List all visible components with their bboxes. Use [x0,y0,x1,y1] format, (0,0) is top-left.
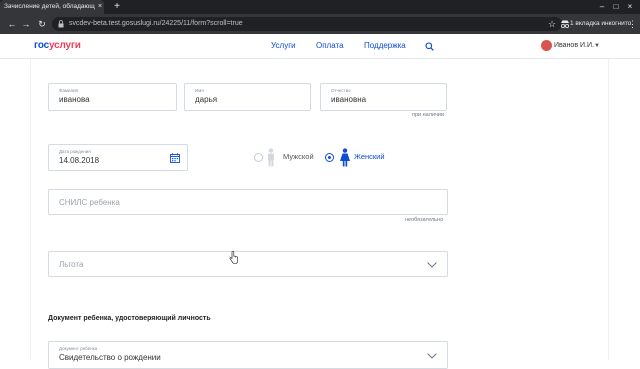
new-tab-button[interactable]: + [112,0,122,14]
tab-title: Зачисление детей, обладающ [4,3,95,10]
document-section-title: Документ ребенка, удостоверяющий личност… [48,315,211,322]
document-type-select[interactable]: Документ ребенка Свидетельство о рождени… [48,341,448,369]
snils-placeholder: СНИЛС ребенка [59,198,120,207]
content-border-left [30,59,31,360]
birthdate-field[interactable]: Дата рождения 14.08.2018 [48,144,188,171]
surname-field[interactable]: Фамилия иванова [48,83,177,111]
patronymic-value: ивановна [331,95,367,104]
chevron-down-icon [427,353,437,359]
maximize-button[interactable]: □ [610,0,622,14]
name-field[interactable]: Имя дарья [184,83,311,111]
gosuslugi-logo[interactable]: госуслуги [34,40,81,52]
nav-payment[interactable]: Оплата [316,40,344,52]
female-figure-icon [340,148,350,167]
gender-female-radio[interactable] [325,153,334,162]
name-value: дарья [195,95,218,104]
patronymic-field[interactable]: Отчество ивановна [320,83,447,111]
browser-tab-bar: Зачисление детей, обладающ × + – □ × [0,0,640,14]
male-figure-icon [268,148,274,167]
document-type-value: Свидетельство о рождении [59,353,161,362]
calendar-icon[interactable] [170,153,180,163]
gender-male-radio[interactable] [254,153,263,162]
incognito-label: 1 вкладка инкогнито [570,20,632,27]
reload-icon[interactable]: ↻ [36,17,48,31]
nav-support[interactable]: Поддержка [364,40,406,52]
lock-icon [58,20,64,28]
forward-arrow-icon[interactable]: → [20,17,32,31]
address-bar[interactable]: svcdev-beta.test.gosuslugi.ru/24225/11/f… [52,17,562,31]
url-text: svcdev-beta.test.gosuslugi.ru/24225/11/f… [69,20,243,27]
browser-tab[interactable]: Зачисление детей, обладающ [0,0,104,14]
benefit-select[interactable]: Льгота [48,251,448,277]
chevron-down-icon [427,262,437,268]
nav-services[interactable]: Услуги [271,40,296,52]
user-name[interactable]: Иванов И.И. [554,41,594,51]
incognito-icon [560,20,570,29]
snils-input[interactable]: СНИЛС ребенка [48,189,448,215]
patronymic-hint: при наличии [412,112,445,118]
mouse-cursor-icon [229,251,238,264]
benefit-placeholder: Льгота [59,260,84,269]
browser-toolbar: ← → ↻ svcdev-beta.test.gosuslugi.ru/2422… [0,14,640,34]
gender-female-label[interactable]: Женский [354,152,385,162]
content-border-right [608,59,609,360]
tab-close-icon[interactable]: × [96,0,104,14]
gender-male-label[interactable]: Мужской [283,152,314,162]
birthdate-value: 14.08.2018 [59,156,100,165]
snils-hint: необязательно [405,217,444,223]
logo-part-uslugi: услуги [48,40,81,51]
search-icon[interactable] [425,42,434,51]
avatar[interactable] [541,40,552,51]
back-arrow-icon[interactable]: ← [6,17,18,31]
browser-menu-icon[interactable]: ⋮ [628,17,637,31]
surname-value: иванова [59,95,90,104]
close-window-button[interactable]: × [624,0,636,14]
site-header: госуслуги Услуги Оплата Поддержка Иванов… [0,34,640,59]
user-menu-chevron-icon[interactable]: ▼ [594,41,600,51]
logo-part-gos: гос [34,40,49,51]
minimize-button[interactable]: – [596,0,608,14]
bookmark-star-icon[interactable]: ☆ [546,17,558,31]
